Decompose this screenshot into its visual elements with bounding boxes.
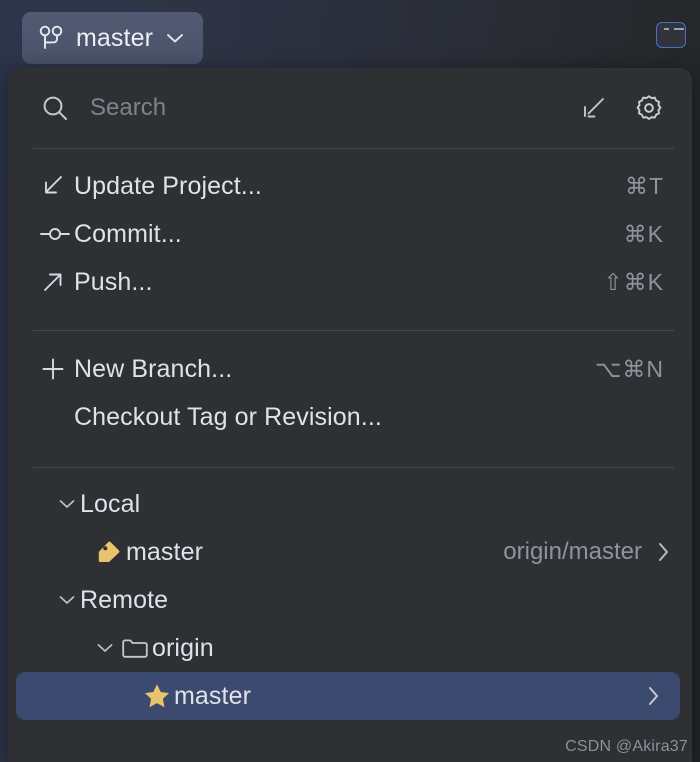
- folder-icon: [118, 636, 152, 660]
- tree-group-local[interactable]: Local: [8, 480, 692, 528]
- branch-button-label: master: [76, 23, 154, 52]
- menu-item-update-project[interactable]: Update Project... ⌘T: [8, 162, 692, 210]
- primary-actions-group: Update Project... ⌘T Commit... ⌘K Push..…: [8, 149, 692, 306]
- menu-item-commit[interactable]: Commit... ⌘K: [8, 210, 692, 258]
- chevron-right-icon[interactable]: [656, 539, 672, 565]
- chevron-down-icon[interactable]: [92, 642, 118, 654]
- menu-item-checkout-tag-or-revision[interactable]: Checkout Tag or Revision...: [8, 393, 692, 441]
- tree-group-label: Local: [80, 489, 141, 518]
- search-actions: [580, 93, 664, 123]
- search-input[interactable]: Search: [40, 93, 580, 123]
- menu-item-shortcut: ⌘K: [623, 220, 664, 247]
- menu-item-label: Push...: [74, 267, 153, 296]
- menu-item-shortcut: ⇧⌘K: [603, 268, 664, 295]
- tree-group-remote[interactable]: Remote: [8, 576, 692, 624]
- search-placeholder: Search: [90, 94, 167, 121]
- menu-item-label: Checkout Tag or Revision...: [74, 402, 382, 431]
- search-icon: [40, 93, 70, 123]
- plus-icon: [40, 356, 74, 382]
- menu-item-shortcut: ⌥⌘N: [594, 355, 664, 382]
- chevron-down-icon: [165, 31, 185, 45]
- tree-item-local-master[interactable]: master origin/master: [8, 528, 692, 576]
- branch-tree: Local master origin/master Remote origin…: [8, 468, 692, 720]
- menu-item-new-branch[interactable]: New Branch... ⌥⌘N: [8, 345, 692, 393]
- watermark: CSDN @Akira37: [565, 738, 688, 755]
- tag-icon: [92, 538, 126, 566]
- branch-name: master: [174, 681, 252, 710]
- chevron-down-icon[interactable]: [54, 498, 80, 510]
- menu-item-label: Commit...: [74, 219, 182, 248]
- menu-item-shortcut: ⌘T: [624, 172, 664, 199]
- tree-group-label: Remote: [80, 585, 169, 614]
- gear-icon[interactable]: [634, 93, 664, 123]
- menu-item-push[interactable]: Push... ⇧⌘K: [8, 258, 692, 306]
- expand-collapse-icon[interactable]: [580, 94, 608, 122]
- secondary-actions-group: New Branch... ⌥⌘N Checkout Tag or Revisi…: [8, 331, 692, 441]
- terminal-icon[interactable]: [656, 22, 686, 48]
- tree-item-remote-origin-master[interactable]: master: [16, 672, 680, 720]
- menu-item-label: New Branch...: [74, 354, 233, 383]
- tree-group-origin[interactable]: origin: [8, 624, 692, 672]
- branch-widget-button[interactable]: master: [22, 12, 204, 64]
- remote-group-label: origin: [152, 633, 214, 662]
- popup-search-row: Search: [8, 68, 692, 148]
- commit-icon: [40, 225, 74, 243]
- chevron-right-icon[interactable]: [646, 683, 662, 709]
- branch-name: master: [126, 537, 204, 566]
- star-icon: [140, 681, 174, 711]
- tracking-branch-label: origin/master: [503, 538, 642, 565]
- arrow-up-right-icon: [40, 269, 74, 295]
- branches-popup: Search Update Project... ⌘T Commit... ⌘K…: [8, 68, 692, 762]
- arrow-down-left-icon: [40, 173, 74, 199]
- git-branch-icon: [38, 24, 64, 52]
- chevron-down-icon[interactable]: [54, 594, 80, 606]
- terminal-dashes: [664, 28, 678, 30]
- menu-item-label: Update Project...: [74, 171, 262, 200]
